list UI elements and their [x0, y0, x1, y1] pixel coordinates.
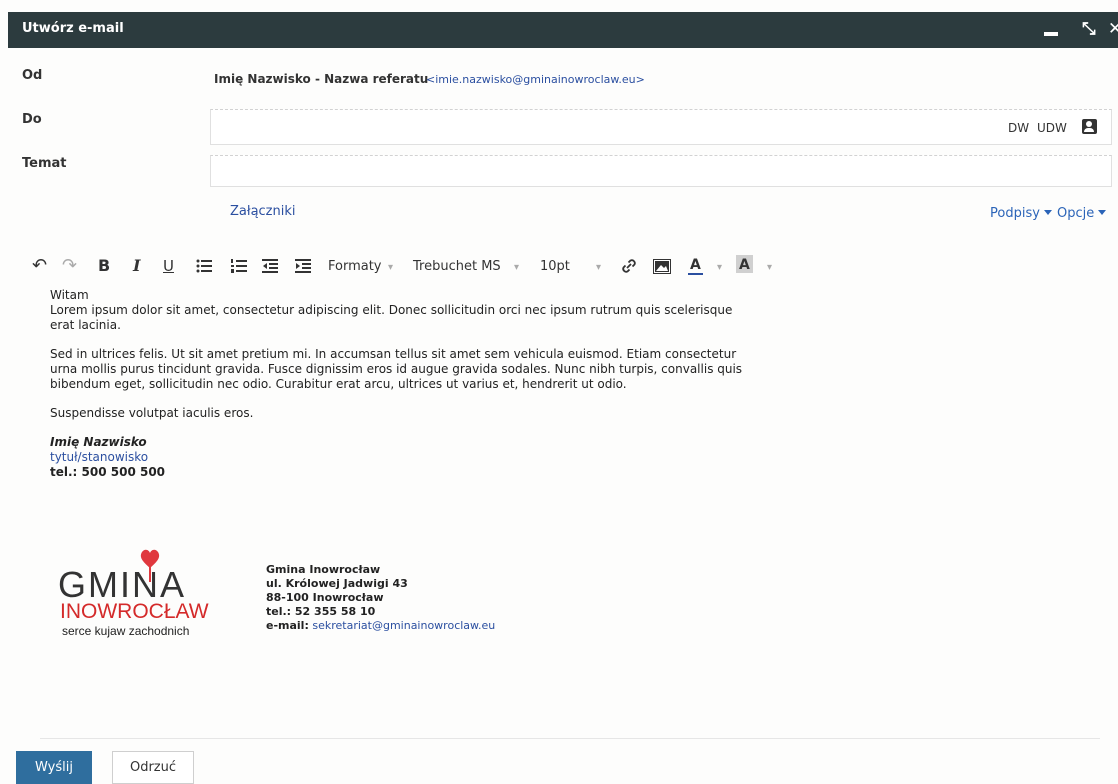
window-title: Utwórz e-mail — [22, 21, 124, 36]
address-org: Gmina Inowrocław — [266, 563, 381, 576]
address-phone: tel.: 52 355 58 10 — [266, 605, 376, 618]
greeting: Witam — [50, 288, 89, 302]
underline-icon[interactable]: U — [163, 255, 174, 277]
paragraph-2: Sed in ultrices felis. Ut sit amet preti… — [50, 347, 743, 391]
window-titlebar: Utwórz e-mail ⤡ ✕ — [8, 12, 1118, 48]
address-street: ul. Królowej Jadwigi 43 — [266, 577, 408, 590]
cc-button[interactable]: DW — [1008, 121, 1029, 135]
font-family-dropdown[interactable]: Trebuchet MS — [413, 259, 501, 274]
options-label: Opcje — [1057, 206, 1095, 221]
from-address: <imie.nazwisko@gminainowroclaw.eu> — [426, 73, 645, 86]
signatures-dropdown[interactable]: Podpisy — [990, 206, 1052, 221]
address-email-link[interactable]: sekretariat@gminainowroclaw.eu — [312, 619, 495, 632]
restore-icon[interactable]: ⤡ — [1082, 18, 1096, 40]
image-icon[interactable] — [653, 259, 671, 274]
discard-button[interactable]: Odrzuć — [112, 751, 194, 784]
background-color-icon[interactable]: A — [736, 255, 753, 273]
paragraph-3: Suspendisse volutpat iaculis eros. — [50, 406, 254, 420]
bullet-list-icon[interactable] — [196, 258, 212, 274]
chevron-down-icon: ▾ — [514, 262, 520, 273]
subject-input[interactable] — [211, 156, 987, 186]
address-email-label: e-mail: — [266, 619, 309, 632]
chevron-down-icon — [1043, 210, 1052, 215]
italic-icon[interactable]: I — [133, 255, 140, 277]
attachments-link[interactable]: Załączniki — [230, 204, 296, 219]
font-size-dropdown[interactable]: 10pt — [540, 259, 570, 274]
message-editor[interactable]: Witam Lorem ipsum dolor sit amet, consec… — [50, 288, 750, 480]
formats-dropdown[interactable]: Formaty — [328, 259, 382, 274]
address-block: Gmina Inowrocław ul. Królowej Jadwigi 43… — [266, 563, 495, 633]
chevron-down-icon: ▾ — [596, 262, 602, 273]
gmina-logo: GMINA INOWROCŁAW serce kujaw zachodnich — [58, 548, 238, 638]
to-field[interactable]: DW UDW — [210, 109, 1112, 145]
address-book-icon[interactable] — [1082, 119, 1097, 134]
bold-icon[interactable]: B — [98, 255, 110, 277]
subject-label: Temat — [22, 156, 67, 171]
chevron-down-icon — [1098, 210, 1107, 215]
signatures-label: Podpisy — [990, 206, 1040, 221]
to-input[interactable] — [211, 110, 987, 144]
numbered-list-icon[interactable] — [231, 258, 247, 274]
bcc-button[interactable]: UDW — [1037, 121, 1067, 135]
signature-phone: tel.: 500 500 500 — [50, 465, 166, 479]
signature-position: tytuł/stanowisko — [50, 450, 149, 464]
text-color-icon[interactable]: A — [688, 255, 703, 275]
address-city: 88-100 Inowrocław — [266, 591, 384, 604]
close-icon[interactable]: ✕ — [1108, 18, 1118, 40]
redo-icon[interactable]: ↷ — [62, 255, 77, 277]
chevron-down-icon: ▾ — [767, 262, 773, 273]
footer-divider — [40, 738, 1100, 739]
logo-line-2: INOWROCŁAW — [60, 600, 209, 623]
paragraph-1: Lorem ipsum dolor sit amet, consectetur … — [50, 303, 733, 332]
link-icon[interactable] — [620, 257, 638, 275]
options-dropdown[interactable]: Opcje — [1057, 206, 1107, 221]
indent-icon[interactable] — [295, 258, 311, 274]
subject-field[interactable] — [210, 155, 1112, 187]
logo-tagline: serce kujaw zachodnich — [62, 624, 190, 638]
from-label: Od — [22, 68, 43, 83]
outdent-icon[interactable] — [262, 258, 278, 274]
send-button[interactable]: Wyślij — [16, 751, 92, 784]
to-label: Do — [22, 112, 42, 127]
undo-icon[interactable]: ↶ — [32, 255, 47, 277]
signature-name: Imię Nazwisko — [50, 435, 147, 449]
from-name: Imię Nazwisko - Nazwa referatu — [214, 72, 429, 86]
chevron-down-icon: ▾ — [717, 262, 723, 273]
chevron-down-icon: ▾ — [388, 262, 394, 273]
